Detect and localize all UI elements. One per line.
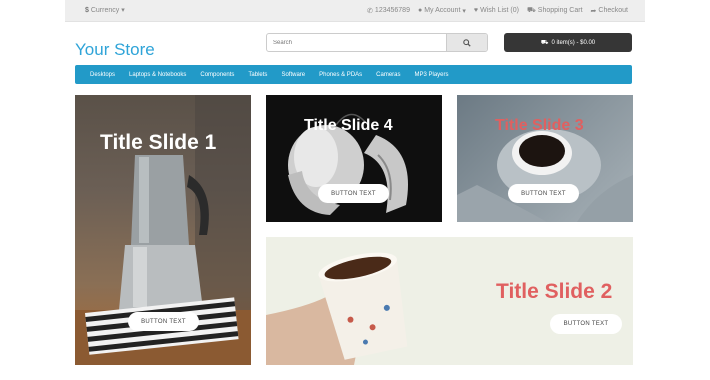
search-box: [266, 33, 488, 52]
slide-2-button[interactable]: BUTTON TEXT: [550, 314, 622, 334]
slide-2[interactable]: Title Slide 2 BUTTON TEXT: [266, 237, 633, 365]
currency-label: Currency: [90, 7, 120, 14]
phone-label: 123456789: [374, 7, 410, 14]
nav-item-software[interactable]: Software: [281, 72, 305, 78]
nav-item-phones[interactable]: Phones & PDAs: [319, 72, 362, 78]
slide-1[interactable]: Title Slide 1 BUTTON TEXT: [75, 95, 251, 365]
heart-icon: ♥: [473, 7, 479, 14]
my-account-link[interactable]: ● My Account ▾: [418, 6, 466, 15]
slide-3[interactable]: Title Slide 3 BUTTON TEXT: [457, 95, 633, 222]
store-logo[interactable]: Your Store: [75, 40, 155, 60]
slide-3-button[interactable]: BUTTON TEXT: [508, 184, 579, 203]
my-account-label: My Account: [424, 7, 461, 14]
user-icon: ●: [417, 7, 423, 14]
nav-item-laptops[interactable]: Laptops & Notebooks: [129, 72, 186, 78]
checkout-label: Checkout: [598, 7, 628, 14]
cart-icon: ⛟: [526, 7, 536, 14]
dollar-icon: $: [85, 7, 89, 14]
wish-list-label: Wish List (0): [480, 7, 519, 14]
cart-label: 0 item(s) - $0.00: [551, 39, 596, 46]
phone-icon: ✆: [367, 7, 373, 15]
top-links: ✆ 123456789 ● My Account ▾ ♥ Wish List (…: [367, 6, 628, 15]
nav-item-tablets[interactable]: Tablets: [248, 72, 267, 78]
main-nav: Desktops Laptops & Notebooks Components …: [75, 65, 632, 84]
checkout-link[interactable]: ➦ Checkout: [591, 6, 628, 15]
phone-link[interactable]: ✆ 123456789: [367, 6, 410, 15]
slide-4[interactable]: Title Slide 4 BUTTON TEXT: [266, 95, 442, 222]
search-icon: [463, 38, 471, 47]
nav-item-components[interactable]: Components: [200, 72, 234, 78]
slide-2-title: Title Slide 2: [496, 280, 613, 303]
slide-4-title: Title Slide 4: [304, 117, 393, 134]
search-input[interactable]: [267, 34, 447, 51]
cart-button[interactable]: ⛟ 0 item(s) - $0.00: [504, 33, 632, 52]
caret-down-icon: ▾: [121, 7, 125, 14]
shopping-cart-link[interactable]: ⛟ Shopping Cart: [527, 6, 583, 15]
slide-3-title: Title Slide 3: [495, 117, 584, 134]
nav-item-mp3[interactable]: MP3 Players: [415, 72, 449, 78]
currency-dropdown[interactable]: $ Currency ▾: [85, 6, 125, 14]
slide-4-button[interactable]: BUTTON TEXT: [318, 184, 389, 203]
wish-list-link[interactable]: ♥ Wish List (0): [474, 6, 519, 15]
slide-1-title: Title Slide 1: [100, 131, 217, 154]
top-bar: $ Currency ▾ ✆ 123456789 ● My Account ▾ …: [65, 0, 645, 22]
caret-down-icon: ▾: [462, 7, 466, 15]
slide-1-button[interactable]: BUTTON TEXT: [128, 312, 199, 331]
share-icon: ➦: [590, 7, 597, 15]
nav-item-cameras[interactable]: Cameras: [376, 72, 400, 78]
search-button[interactable]: [446, 34, 487, 51]
cart-icon: ⛟: [540, 39, 549, 46]
nav-item-desktops[interactable]: Desktops: [90, 72, 115, 78]
shopping-cart-label: Shopping Cart: [537, 7, 583, 14]
